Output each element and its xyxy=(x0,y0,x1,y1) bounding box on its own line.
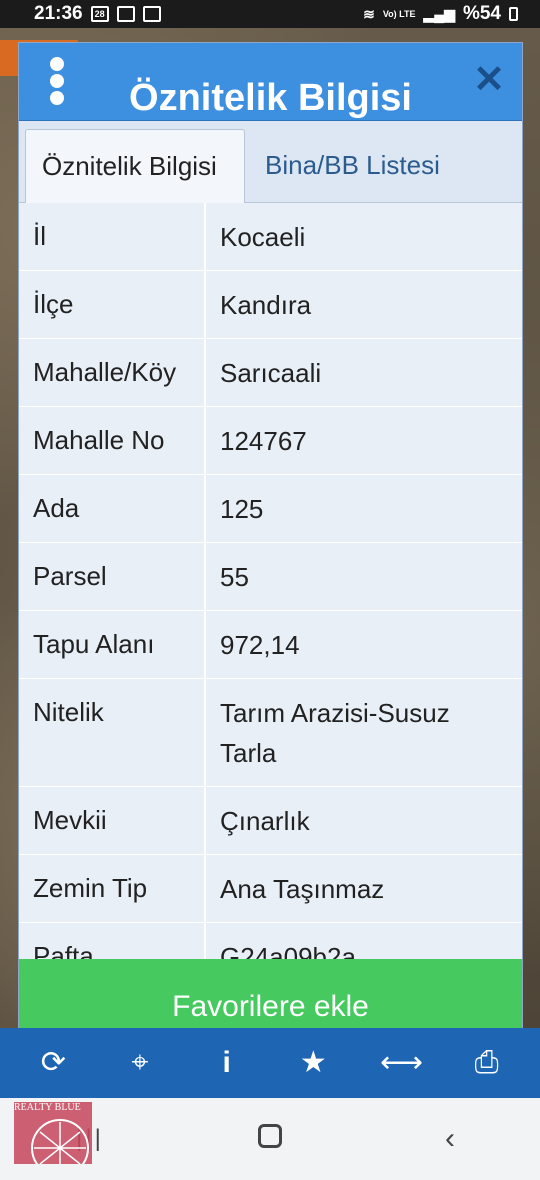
row-key: Ada xyxy=(19,475,206,542)
measure-icon[interactable]: ⟷ xyxy=(380,1043,423,1083)
row-key: Mahalle No xyxy=(19,407,206,474)
crosshair-icon[interactable]: ⌖ xyxy=(120,1043,160,1083)
row-key: Zemin Tip xyxy=(19,855,206,922)
row-key: Tapu Alanı xyxy=(19,611,206,678)
wifi-icon: ≋ xyxy=(363,5,375,22)
dialog-title: Öznitelik Bilgisi xyxy=(129,77,412,119)
row-key: İl xyxy=(19,203,206,270)
attribute-table[interactable]: İl Kocaeli İlçe Kandıra Mahalle/Köy Sarı… xyxy=(19,203,522,963)
app-toolbar: ⟳ ⌖ i ★ ⟷ ⎙ xyxy=(0,1028,540,1098)
battery-percent: %54 xyxy=(462,3,501,24)
status-time: 21:36 xyxy=(34,3,83,24)
row-key: Nitelik xyxy=(19,679,206,786)
table-row: Mahalle/Köy Sarıcaali xyxy=(19,339,522,407)
row-value: 972,14 xyxy=(220,630,300,660)
row-key: Mahalle/Köy xyxy=(19,339,206,406)
row-value: G24a09b2a xyxy=(220,942,356,963)
dialog-tabs: Öznitelik Bilgisi Bina/BB Listesi xyxy=(19,121,522,203)
tab-bina-bb-listesi[interactable]: Bina/BB Listesi xyxy=(245,128,456,202)
row-value: Sarıcaali xyxy=(220,358,322,388)
row-key: Mevkii xyxy=(19,787,206,854)
row-value: Kocaeli xyxy=(220,222,306,252)
row-value: Kandıra xyxy=(220,290,312,320)
table-row: İlçe Kandıra xyxy=(19,271,522,339)
close-icon[interactable]: ✕ xyxy=(472,61,506,99)
print-icon[interactable]: ⎙ xyxy=(467,1043,507,1083)
home-button[interactable] xyxy=(240,1122,300,1156)
row-key: Parsel xyxy=(19,543,206,610)
signal-icon: ▂▄▆ xyxy=(423,5,455,22)
back-icon[interactable]: ‹ xyxy=(420,1122,480,1156)
refresh-icon[interactable]: ⟳ xyxy=(33,1043,73,1083)
status-bar: 21:36 28 ≋ Vo) LTE ▂▄▆ %54 xyxy=(0,0,540,28)
network-label: Vo) LTE xyxy=(382,9,416,19)
image-notification-icon xyxy=(116,6,135,22)
row-value: Çınarlık xyxy=(220,806,310,836)
info-icon[interactable]: i xyxy=(207,1043,247,1083)
table-row: Nitelik Tarım Arazisi-Susuz Tarla xyxy=(19,679,522,787)
row-value: Tarım Arazisi-Susuz Tarla xyxy=(220,698,450,768)
calendar-notification-icon: 28 xyxy=(90,6,109,22)
gallery-notification-icon xyxy=(142,6,161,22)
table-row: Mahalle No 124767 xyxy=(19,407,522,475)
watermark-text: REALTY BLUE xyxy=(14,1102,81,1113)
table-row: İl Kocaeli xyxy=(19,203,522,271)
table-row: Pafta G24a09b2a xyxy=(19,923,522,963)
row-value: 55 xyxy=(220,562,249,592)
tab-oznitelik-bilgisi[interactable]: Öznitelik Bilgisi xyxy=(25,129,245,203)
row-value: 125 xyxy=(220,494,264,524)
table-row: Tapu Alanı 972,14 xyxy=(19,611,522,679)
attribute-dialog: Öznitelik Bilgisi ✕ Öznitelik Bilgisi Bi… xyxy=(18,42,523,1054)
home-icon xyxy=(258,1124,282,1148)
row-value: Ana Taşınmaz xyxy=(220,874,385,904)
table-row: Ada 125 xyxy=(19,475,522,543)
battery-icon xyxy=(509,7,518,21)
table-row: Parsel 55 xyxy=(19,543,522,611)
dialog-header: Öznitelik Bilgisi ✕ xyxy=(19,43,522,121)
row-value: 124767 xyxy=(220,426,307,456)
row-key: İlçe xyxy=(19,271,206,338)
table-row: Zemin Tip Ana Taşınmaz xyxy=(19,855,522,923)
row-key: Pafta xyxy=(19,923,206,963)
table-row: Mevkii Çınarlık xyxy=(19,787,522,855)
star-icon[interactable]: ★ xyxy=(293,1043,333,1083)
